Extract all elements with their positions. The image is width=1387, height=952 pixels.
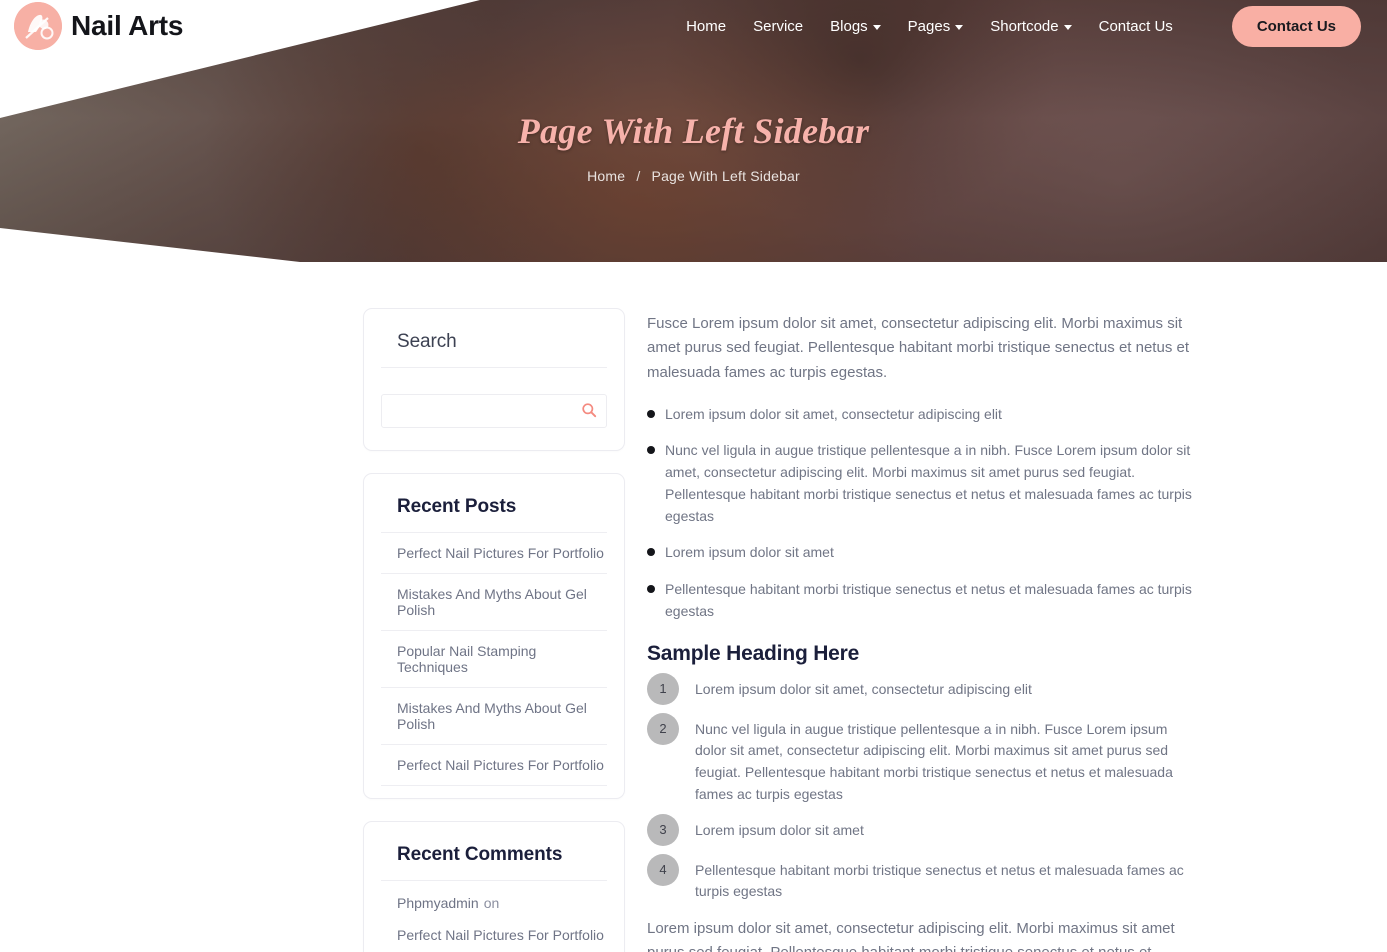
list-item-text: Nunc vel ligula in augue tristique pelle… [695, 720, 1173, 802]
main-navigation: Nail Arts Home Service Blogs Pages Short… [0, 0, 1387, 52]
left-sidebar: Search Recent Posts Perfect Nail Picture… [363, 308, 625, 952]
list-item: 3 Lorem ipsum dolor sit amet [647, 813, 1197, 846]
breadcrumb-current: Page With Left Sidebar [651, 168, 800, 184]
bullet-list: Lorem ipsum dolor sit amet, consectetur … [647, 403, 1197, 622]
nav-item-pages-label: Pages [907, 17, 951, 35]
recent-posts-list: Perfect Nail Pictures For Portfolio Mist… [381, 533, 607, 786]
intro-paragraph: Fusce Lorem ipsum dolor sit amet, consec… [647, 315, 1189, 381]
list-item: 2 Nunc vel ligula in augue tristique pel… [647, 712, 1197, 806]
recent-posts-widget: Recent Posts Perfect Nail Pictures For P… [363, 473, 625, 799]
recent-comments-title: Recent Comments [381, 844, 607, 881]
search-submit-button[interactable] [578, 400, 600, 422]
search-input[interactable] [381, 394, 607, 428]
recent-post-link[interactable]: Mistakes And Myths About Gel Polish [381, 574, 607, 630]
list-item: Lorem ipsum dolor sit amet, consectetur … [647, 403, 1197, 425]
recent-comments-list: Phpmyadmin on Perfect Nail Pictures For P… [381, 881, 607, 952]
nav-item-service[interactable]: Service [753, 18, 803, 35]
chevron-down-icon [955, 24, 964, 30]
breadcrumb: Home / Page With Left Sidebar [0, 168, 1387, 184]
hero-content: Page With Left Sidebar Home / Page With … [0, 110, 1387, 184]
nav-links: Home Service Blogs Pages Shortcode Conta… [686, 5, 1361, 47]
nav-item-blogs[interactable]: Blogs [830, 18, 881, 35]
page-title: Page With Left Sidebar [517, 111, 870, 151]
search-row [381, 394, 607, 428]
brand-logo[interactable]: Nail Arts [14, 2, 184, 50]
nav-item-blogs-label: Blogs [830, 17, 868, 35]
list-item: 4 Pellentesque habitant morbi tristique … [647, 853, 1197, 903]
recent-post-link[interactable]: Perfect Nail Pictures For Portfolio [381, 745, 607, 785]
contact-us-button[interactable]: Contact Us [1231, 5, 1361, 47]
list-item: Mistakes And Myths About Gel Polish [381, 574, 607, 631]
recent-post-link[interactable]: Perfect Nail Pictures For Portfolio [381, 533, 607, 573]
nav-item-shortcode-label: Shortcode [990, 17, 1059, 35]
recent-post-link[interactable]: Mistakes And Myths About Gel Polish [381, 688, 607, 744]
numbered-list: 1 Lorem ipsum dolor sit amet, consectetu… [647, 672, 1197, 903]
nav-item-home-label: Home [686, 17, 727, 35]
list-item-text: Pellentesque habitant morbi tristique se… [695, 861, 1184, 900]
nav-item-home[interactable]: Home [686, 18, 726, 35]
nav-item-pages[interactable]: Pages [908, 18, 964, 35]
list-item: Perfect Nail Pictures For Portfolio [381, 533, 607, 574]
nav-item-contact-us[interactable]: Contact Us [1099, 18, 1173, 35]
list-number-badge: 4 [647, 853, 679, 886]
comment-post-link[interactable]: Perfect Nail Pictures For Portfolio [397, 927, 604, 943]
long-paragraph: Lorem ipsum dolor sit amet, consectetur … [647, 919, 1175, 952]
chevron-down-icon [1063, 24, 1072, 30]
list-item-text: Lorem ipsum dolor sit amet [695, 821, 864, 838]
list-item: Popular Nail Stamping Techniques [381, 631, 607, 688]
recent-comments-widget: Recent Comments Phpmyadmin on Perfect Nai… [363, 821, 625, 952]
list-item: Perfect Nail Pictures For Portfolio [381, 745, 607, 786]
main-content: Fusce Lorem ipsum dolor sit amet, consec… [647, 308, 1197, 952]
comment-author-line: Phpmyadmin on [381, 887, 607, 919]
list-number-badge: 3 [647, 813, 679, 846]
hero-banner: Nail Arts Home Service Blogs Pages Short… [0, 0, 1387, 262]
search-widget-title: Search [381, 331, 607, 368]
list-item-text: Lorem ipsum dolor sit amet, consectetur … [695, 680, 1032, 697]
nav-item-shortcode[interactable]: Shortcode [990, 17, 1072, 35]
nav-item-contact-us-label: Contact Us [1098, 17, 1173, 35]
search-widget: Search [363, 308, 625, 451]
list-item: 1 Lorem ipsum dolor sit amet, consectetu… [647, 672, 1197, 705]
nav-item-service-label: Service [753, 17, 804, 35]
breadcrumb-home-link[interactable]: Home [587, 168, 625, 184]
brand-name: Nail Arts [71, 10, 184, 41]
page-body: Search Recent Posts Perfect Nail Picture… [0, 262, 1387, 952]
section-heading: Sample Heading Here [647, 641, 860, 665]
breadcrumb-separator: / [636, 168, 641, 184]
list-item: Mistakes And Myths About Gel Polish [381, 688, 607, 745]
list-number-badge: 2 [647, 712, 679, 745]
list-item: Pellentesque habitant morbi tristique se… [647, 578, 1197, 622]
comment-post-line: Perfect Nail Pictures For Portfolio [381, 919, 607, 951]
nail-polish-circle-icon [14, 2, 62, 50]
chevron-down-icon [872, 24, 881, 30]
list-item: Nunc vel ligula in augue tristique pelle… [647, 439, 1197, 527]
list-number-badge: 1 [647, 672, 679, 705]
recent-post-link[interactable]: Popular Nail Stamping Techniques [381, 631, 607, 687]
comment-on-label: on [483, 895, 500, 911]
comment-author: Phpmyadmin [397, 895, 479, 911]
list-item: Phpmyadmin on Perfect Nail Pictures For P… [381, 881, 607, 952]
list-item: Lorem ipsum dolor sit amet [647, 541, 1197, 563]
search-icon [581, 402, 597, 421]
recent-posts-title: Recent Posts [381, 496, 607, 533]
